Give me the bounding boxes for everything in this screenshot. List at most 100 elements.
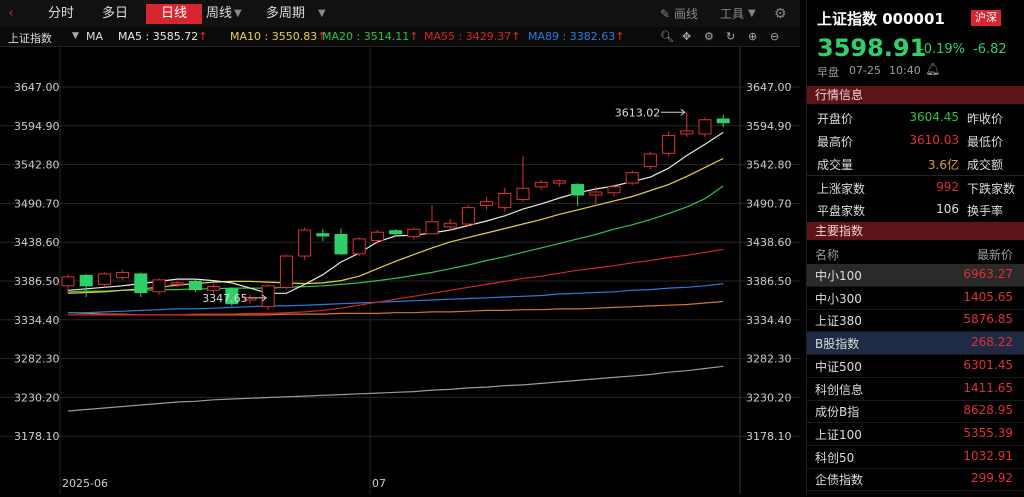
index-name-label: 上证指数 [8, 32, 52, 45]
market-info-row: 平盘家数 106 换手率 [807, 198, 1024, 220]
index-price: 5876.85 [963, 312, 1013, 327]
ma-dropdown-icon[interactable]: ▼ [72, 31, 79, 41]
indicator-bar: 上证指数 ▼ MA MA5 : 3585.72↑ MA10 : 3550.83↑… [0, 27, 800, 47]
market-info-label-2: 换手率 [967, 204, 1004, 218]
market-info-row: 开盘价 3604.45 昨收价 [807, 106, 1024, 128]
market-info-label: 最高价 [817, 135, 854, 149]
ma-orange-line [67, 300, 724, 316]
candle-up [662, 134, 676, 154]
ma10-value: MA10 : 3550.83↑ [230, 30, 327, 43]
y-tick-label-right: 3282.30 [746, 353, 792, 366]
index-name: 科创信息 [815, 382, 864, 397]
candle-up [170, 282, 184, 285]
tab-intraday[interactable]: 分时 [42, 4, 80, 24]
bell-icon[interactable]: 🔔︎ [925, 62, 940, 76]
y-tick-label-right: 3490.70 [746, 197, 792, 210]
tab-multi-period[interactable]: 多周期 [266, 4, 326, 24]
index-row[interactable]: 上证380 5876.85 [807, 309, 1024, 333]
quote-time: 10:40 [889, 64, 921, 77]
y-tick-label-right: 3230.20 [746, 391, 792, 404]
candle-up [298, 229, 312, 257]
add-icon[interactable]: ⊕ [748, 30, 757, 43]
ma5-line [67, 131, 724, 294]
index-name: 成份B指 [815, 405, 860, 420]
candle-down [316, 233, 330, 237]
candle-down [79, 274, 93, 287]
y-tick-label-right: 3647.00 [746, 81, 792, 94]
ma89-value: MA89 : 3382.63↑ [528, 30, 625, 43]
y-tick-label-left: 3178.10 [14, 430, 60, 443]
index-name: 中小100 [815, 269, 862, 283]
index-name: 上证100 [815, 427, 862, 442]
ma5-value: MA5 : 3585.72↑ [118, 30, 208, 43]
candle-up [61, 276, 75, 287]
candle-up [461, 207, 475, 225]
multi-period-dropdown-icon[interactable]: ▼ [318, 4, 328, 24]
index-row[interactable]: 上证100 5355.39 [807, 423, 1024, 446]
y-tick-label-left: 3334.40 [14, 314, 60, 327]
market-info-label: 上涨家数 [817, 182, 866, 196]
candle-up [498, 192, 512, 209]
x-label: 2025-06 [62, 477, 108, 490]
ma55-line [68, 248, 724, 316]
market-badge: 沪深 [971, 10, 1001, 26]
candle-up [152, 279, 166, 293]
y-tick-label-left: 3386.50 [14, 275, 60, 288]
index-name: 科创50 [815, 450, 855, 465]
y-tick-label-right: 3542.80 [746, 159, 792, 172]
candle-up [352, 238, 366, 255]
candle-up [207, 286, 221, 291]
settings-icon[interactable]: ⚙ [774, 4, 787, 24]
candle-up [625, 172, 639, 184]
index-price: 1411.65 [963, 380, 1013, 395]
move-icon[interactable]: ✥ [682, 30, 691, 43]
index-price: 5355.39 [963, 425, 1013, 440]
tab-daily[interactable]: 日线 [146, 4, 202, 24]
index-row[interactable]: 企债指数 299.92 [807, 468, 1024, 492]
index-name: B股指数 [815, 337, 860, 352]
ma-label[interactable]: MA [86, 30, 103, 43]
index-name: 中证500 [815, 359, 862, 374]
index-price: 268.22 [971, 335, 1013, 350]
index-row[interactable]: B股指数 268.22 [807, 332, 1024, 356]
tab-multi-day[interactable]: 多日 [96, 4, 134, 24]
y-tick-label-left: 3282.30 [14, 353, 60, 366]
candle-up [407, 228, 421, 238]
candle-up [370, 231, 384, 241]
candle-down [389, 230, 403, 235]
candle-up [279, 255, 293, 288]
index-price: 299.92 [971, 471, 1013, 486]
remove-icon[interactable]: ⊖ [770, 30, 779, 43]
main-indices-header: 主要指数 [807, 222, 1024, 240]
market-info-row: 成交量 3.6亿 成交额 [807, 152, 1024, 174]
draw-line-button[interactable]: 画线 [674, 4, 698, 24]
candle-up [607, 186, 621, 194]
y-tick-label-right: 3386.50 [746, 275, 792, 288]
index-row[interactable]: 成份B指 8628.95 [807, 400, 1024, 424]
market-info-value: 3610.03 [909, 133, 959, 147]
index-row[interactable]: 中小300 1405.65 [807, 287, 1024, 310]
config-icon[interactable]: ⚙ [704, 30, 714, 43]
market-info-label: 开盘价 [817, 112, 854, 126]
draw-line-icon[interactable]: ✎ [660, 4, 670, 24]
candle-down [188, 280, 202, 291]
weekly-dropdown-icon[interactable]: ▼ [234, 4, 244, 24]
index-row[interactable]: 科创信息 1411.65 [807, 378, 1024, 401]
tools-button[interactable]: 工具 [720, 4, 744, 24]
indices-table-header: 名称 最新价 [807, 242, 1024, 264]
candlestick-chart[interactable]: 3647.00 3647.00 3594.90 3594.90 3542.80 3542.… [0, 47, 800, 494]
index-price: 1032.91 [963, 448, 1013, 463]
index-row[interactable]: 中证500 6301.45 [807, 355, 1024, 378]
refresh-icon[interactable]: ↻ [726, 30, 735, 43]
market-info-value: 992 [936, 180, 959, 194]
candle-up [480, 201, 494, 206]
index-row[interactable]: 中小100 6963.27 [807, 264, 1024, 287]
zoom-in-icon[interactable]: 🔍︎ [660, 30, 674, 43]
market-info-label-2: 下跌家数 [967, 182, 1016, 196]
chart-panel: ‹ 分时 多日 日线 周线 ▼ 多周期 ▼ ✎ 画线 工具 ▼ ⚙ 上证指数 ▼… [0, 0, 800, 494]
index-row[interactable]: 科创50 1032.91 [807, 446, 1024, 469]
tools-dropdown-icon[interactable]: ▼ [748, 4, 756, 24]
sidebar-toggle-icon[interactable]: ‹ [6, 4, 16, 24]
y-tick-label-left: 3490.70 [14, 197, 60, 210]
y-tick-label-left: 3230.20 [14, 391, 60, 404]
